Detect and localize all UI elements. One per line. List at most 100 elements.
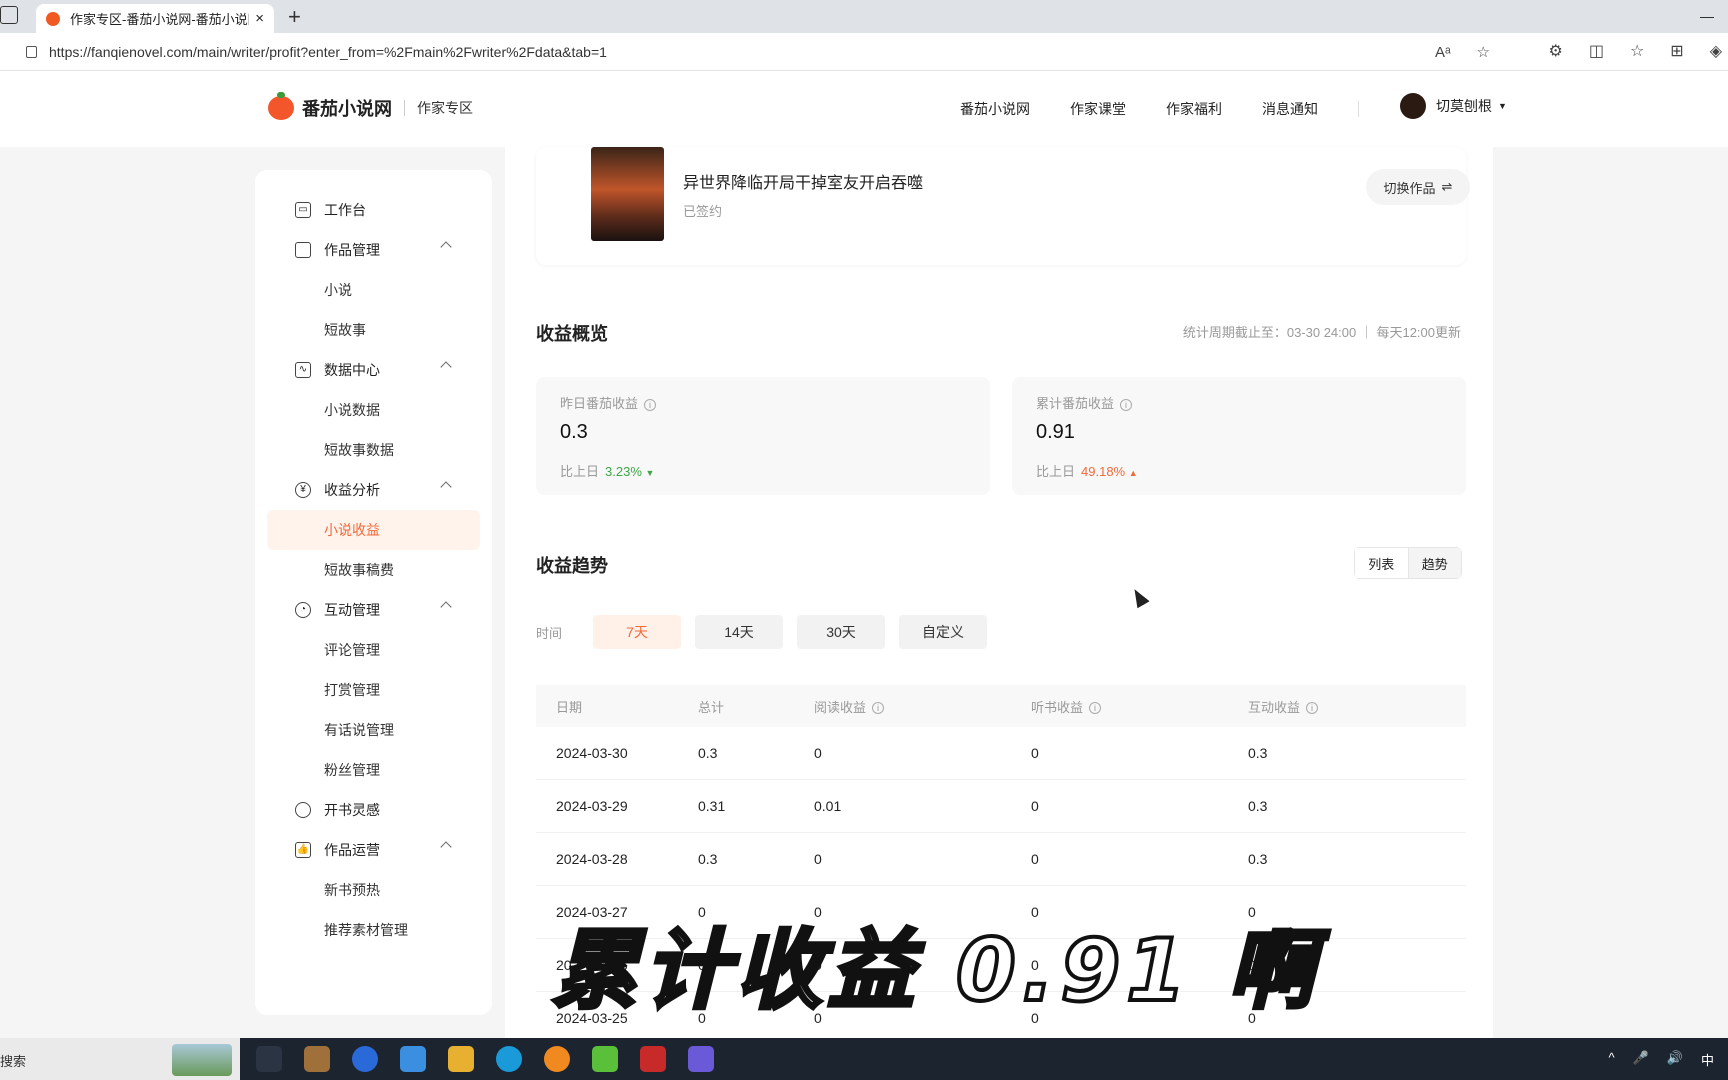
lightbulb-icon xyxy=(295,802,311,818)
input-method-indicator[interactable]: 中 xyxy=(1701,1050,1714,1069)
range-30d-button[interactable]: 30天 xyxy=(797,615,885,649)
sidebar-item[interactable]: 评论管理 xyxy=(255,630,492,670)
overview-title: 收益概览 xyxy=(536,324,608,344)
book-title: 异世界降临开局干掉室友开启吞噬 xyxy=(683,175,924,192)
stat-label: 昨日番茄收益 i xyxy=(560,393,657,412)
nav-link-classroom[interactable]: 作家课堂 xyxy=(1070,99,1126,119)
table-cell: 2024-03-30 xyxy=(556,745,628,761)
read-aloud-icon[interactable]: Aᵃ xyxy=(1435,44,1451,61)
sidebar-item[interactable]: 小说数据 xyxy=(255,390,492,430)
nav-link-welfare[interactable]: 作家福利 xyxy=(1166,99,1222,119)
red-app-icon[interactable] xyxy=(640,1046,666,1072)
info-icon[interactable]: i xyxy=(1306,702,1319,715)
file-explorer-icon[interactable] xyxy=(448,1046,474,1072)
yen-circle-icon: ¥ xyxy=(295,482,311,498)
sidebar-item[interactable]: 小说收益 xyxy=(267,510,480,550)
sidebar-item[interactable]: 打赏管理 xyxy=(255,670,492,710)
chevron-up-icon[interactable] xyxy=(440,841,452,853)
chevron-up-icon[interactable] xyxy=(440,601,452,613)
range-custom-button[interactable]: 自定义 xyxy=(899,615,987,649)
info-icon[interactable]: i xyxy=(644,398,657,411)
chevron-up-icon[interactable] xyxy=(440,481,452,493)
p-app-icon[interactable] xyxy=(352,1046,378,1072)
thumbs-up-icon: 👍 xyxy=(295,842,311,858)
favorite-star-icon[interactable]: ☆ xyxy=(1477,43,1490,61)
sidebar-item[interactable]: 作品管理 xyxy=(255,230,492,270)
col-date: 日期 xyxy=(556,699,583,715)
table-cell: 0 xyxy=(814,851,822,867)
table-row: 2024-03-30 0.3 0 0 0.3 xyxy=(536,727,1466,780)
trend-down-icon: ▼ xyxy=(645,468,655,478)
sidebar-item[interactable]: 小说 xyxy=(255,270,492,310)
sidebar: ▭ 工作台 作品管理小说短故事 ∿ 数据中心 小说数据 短故事数据 ¥ 收益分析小说收益短故事稿… xyxy=(255,170,492,1015)
sidebar-item-label: 小说 xyxy=(324,282,352,298)
extensions-icon[interactable]: ⚙ xyxy=(1548,41,1562,61)
favorites-icon[interactable]: ☆ xyxy=(1630,41,1644,61)
split-screen-icon[interactable]: ◫ xyxy=(1589,41,1604,61)
chevron-up-icon[interactable] xyxy=(440,361,452,373)
info-icon[interactable]: i xyxy=(1089,702,1102,715)
user-menu[interactable]: 切莫刨根 ▼ xyxy=(1400,93,1507,119)
sidebar-item[interactable]: 开书灵感 xyxy=(255,790,492,830)
table-cell: 0 xyxy=(1031,745,1039,761)
view-trend-button[interactable]: 趋势 xyxy=(1408,548,1461,578)
microphone-icon[interactable]: 🎤 xyxy=(1633,1050,1649,1069)
close-tab-icon[interactable]: × xyxy=(255,10,264,27)
tab-actions-icon[interactable] xyxy=(0,6,18,24)
sidebar-item[interactable]: 短故事数据 xyxy=(255,430,492,470)
stat-period-note: 统计周期截止至：03-30 24:00 ｜ 每天12:00更新 xyxy=(1182,325,1461,340)
minimize-button[interactable]: — xyxy=(1700,8,1714,24)
sidebar-item[interactable]: 短故事稿费 xyxy=(255,550,492,590)
system-tray: ^ 🎤 🔊 中 xyxy=(1609,1050,1715,1069)
archive-app-icon[interactable] xyxy=(304,1046,330,1072)
sidebar-item[interactable]: ¥ 收益分析 xyxy=(255,470,492,510)
collections-icon[interactable]: ⊞ xyxy=(1670,41,1683,61)
photos-icon[interactable] xyxy=(688,1046,714,1072)
sidebar-item[interactable]: 推荐素材管理 xyxy=(255,910,492,950)
task-view-icon[interactable] xyxy=(256,1046,282,1072)
taskbar-apps xyxy=(256,1046,714,1072)
sidebar-item[interactable]: ▭ 工作台 xyxy=(255,190,492,230)
tomato-favicon-icon xyxy=(46,11,60,26)
taskbar-search[interactable]: 搜索 xyxy=(0,1038,240,1080)
stat-card-yesterday: 昨日番茄收益 i 0.3 比上日 3.23% ▼ xyxy=(536,377,990,495)
info-icon[interactable]: i xyxy=(1120,398,1133,411)
col-audio: 听书收益 i xyxy=(1031,697,1248,716)
chart-monitor-icon: ∿ xyxy=(295,362,311,378)
copilot-icon[interactable]: ◈ xyxy=(1710,41,1722,61)
sidebar-item[interactable]: 新书预热 xyxy=(255,870,492,910)
table-cell: 0.3 xyxy=(1248,798,1268,814)
browser-tab[interactable]: 作家专区-番茄小说网-番茄小说网 × xyxy=(36,4,274,33)
orange-app-icon[interactable] xyxy=(544,1046,570,1072)
site-header: 番茄小说网 作家专区 番茄小说网 作家课堂 作家福利 消息通知 切莫刨根 ▼ xyxy=(0,71,1728,147)
nav-link-notifications[interactable]: 消息通知 xyxy=(1262,99,1318,119)
new-tab-button[interactable]: + xyxy=(288,4,301,30)
sidebar-item-label: 工作台 xyxy=(324,202,366,218)
site-logo[interactable]: 番茄小说网 作家专区 xyxy=(268,92,473,121)
edge-icon[interactable] xyxy=(496,1046,522,1072)
site-name: 番茄小说网 xyxy=(302,99,392,119)
switch-book-button[interactable]: 切换作品 ⇌ xyxy=(1366,169,1470,205)
tray-chevron-icon[interactable]: ^ xyxy=(1609,1050,1615,1069)
sidebar-item[interactable]: ∿ 数据中心 xyxy=(255,350,492,390)
sidebar-item[interactable]: 短故事 xyxy=(255,310,492,350)
range-14d-button[interactable]: 14天 xyxy=(695,615,783,649)
sidebar-item[interactable]: 有话说管理 xyxy=(255,710,492,750)
col-interaction: 互动收益 i xyxy=(1248,697,1466,716)
sidebar-item[interactable]: ◔ 互动管理 xyxy=(255,590,492,630)
video-app-icon[interactable] xyxy=(592,1046,618,1072)
chevron-up-icon[interactable] xyxy=(440,241,452,253)
url-field[interactable]: https://fanqienovel.com/main/writer/prof… xyxy=(8,37,1508,67)
range-7d-button[interactable]: 7天 xyxy=(593,615,681,649)
volume-icon[interactable]: 🔊 xyxy=(1667,1050,1683,1069)
sidebar-item-label: 短故事稿费 xyxy=(324,562,394,578)
sidebar-item[interactable]: 👍 作品运营 xyxy=(255,830,492,870)
store-icon[interactable] xyxy=(400,1046,426,1072)
trend-title: 收益趋势 xyxy=(536,556,608,576)
view-list-button[interactable]: 列表 xyxy=(1355,548,1409,578)
nav-link-fanqie[interactable]: 番茄小说网 xyxy=(960,99,1030,119)
info-icon[interactable]: i xyxy=(872,702,885,715)
sidebar-item[interactable]: 粉丝管理 xyxy=(255,750,492,790)
sidebar-item-label: 作品运营 xyxy=(324,842,380,858)
sidebar-item-label: 小说收益 xyxy=(324,522,380,538)
